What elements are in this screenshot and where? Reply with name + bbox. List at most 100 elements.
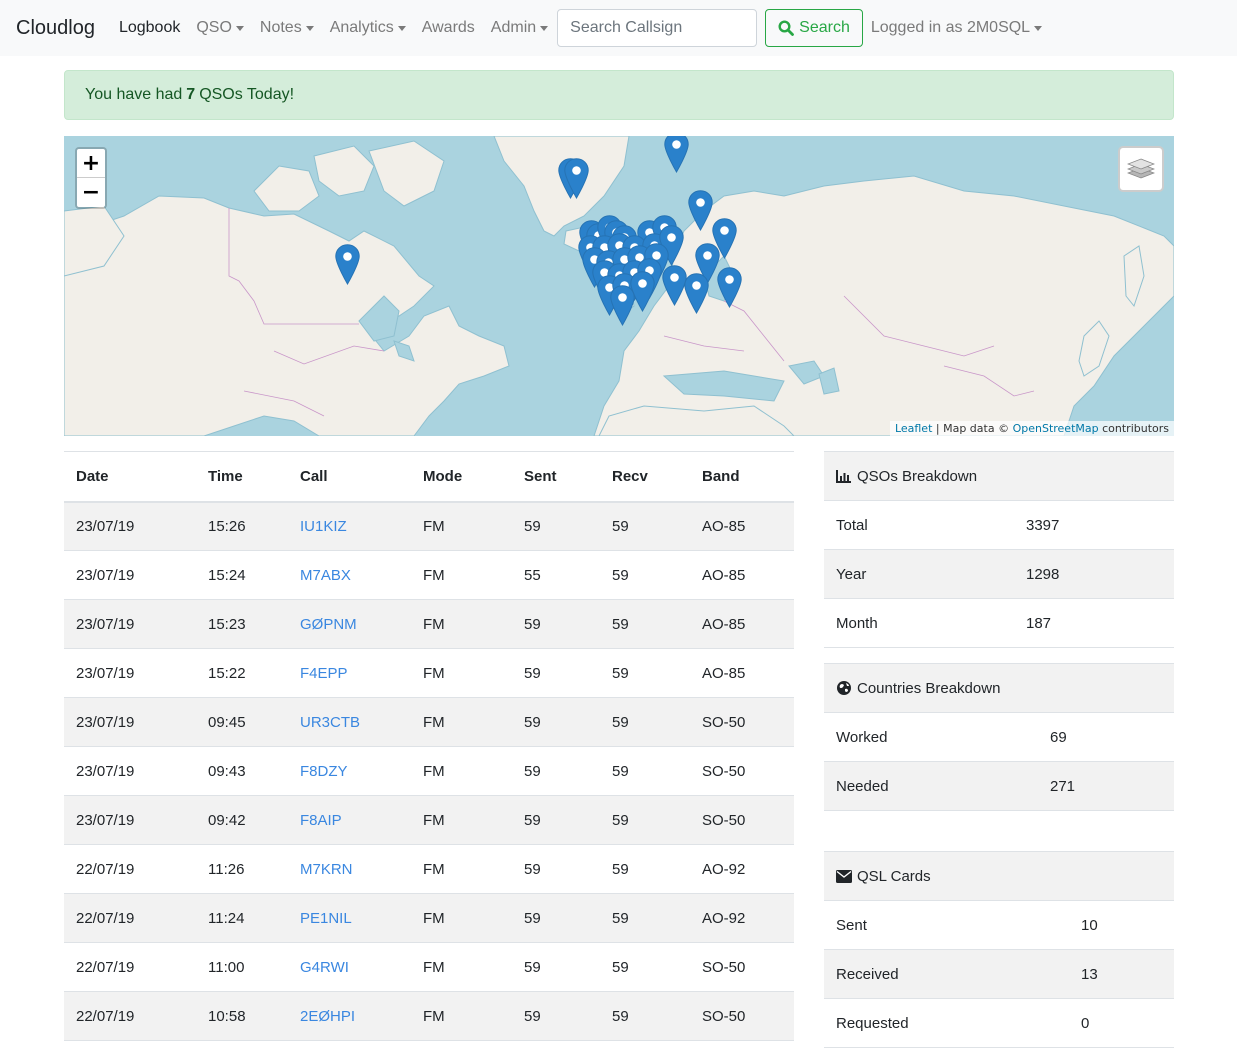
attribution-suffix: contributors — [1098, 422, 1169, 435]
qso-map-marker[interactable] — [610, 285, 635, 326]
cell-call: 2EØHPI — [288, 991, 411, 1041]
cell-sent: 59 — [512, 648, 600, 698]
qso-map-marker[interactable] — [664, 136, 689, 173]
callsign-link[interactable]: F8AIP — [300, 812, 342, 829]
countries-breakdown-panel: Countries Breakdown Worked 69 Needed 271 — [824, 663, 1174, 811]
cell-sent: 59 — [512, 991, 600, 1041]
cell-recv: 59 — [600, 501, 690, 551]
cell-mode: FM — [411, 942, 512, 992]
cell-sent: 59 — [512, 893, 600, 943]
stat-value: 13 — [1069, 949, 1174, 999]
stat-value: 187 — [1014, 598, 1174, 648]
cell-mode: FM — [411, 795, 512, 845]
cell-time: 09:43 — [196, 746, 288, 796]
col-band: Band — [690, 451, 794, 503]
search-button[interactable]: Search — [765, 9, 863, 47]
callsign-link[interactable]: F4EPP — [300, 665, 348, 682]
cell-call: F8DZY — [288, 746, 411, 796]
nav-qso-dropdown[interactable]: QSO — [196, 19, 244, 37]
col-recv: Recv — [600, 451, 690, 503]
callsign-link[interactable]: 2EØHPI — [300, 1008, 355, 1025]
cell-date: 23/07/19 — [64, 795, 196, 845]
stat-value: 0 — [1069, 998, 1174, 1048]
caret-down-icon — [540, 25, 549, 31]
callsign-link[interactable]: GØPNM — [300, 616, 357, 633]
leaflet-link[interactable]: Leaflet — [895, 422, 932, 435]
qso-map[interactable]: + − Leaflet | Map data © OpenStreetMap c… — [64, 136, 1174, 436]
callsign-link[interactable]: G4RWI — [300, 959, 349, 976]
cell-time: 15:23 — [196, 599, 288, 649]
nav-analytics-dropdown[interactable]: Analytics — [330, 19, 406, 37]
qso-map-marker[interactable] — [335, 244, 360, 285]
nav-notes-dropdown[interactable]: Notes — [260, 19, 314, 37]
cell-date: 23/07/19 — [64, 648, 196, 698]
cell-call: IU1KIZ — [288, 501, 411, 551]
stat-row: Total 3397 — [824, 500, 1174, 550]
brand-logo[interactable]: Cloudlog — [16, 17, 95, 40]
stat-label: Worked — [824, 712, 1038, 762]
alert-prefix: You have had — [85, 86, 183, 103]
cell-recv: 59 — [600, 599, 690, 649]
nav-analytics-label: Analytics — [329, 19, 394, 36]
cell-call: M7ABX — [288, 550, 411, 600]
cell-mode: FM — [411, 599, 512, 649]
panel-header: Countries Breakdown — [824, 663, 1174, 713]
cell-time: 09:42 — [196, 795, 288, 845]
zoom-out-button[interactable]: − — [77, 178, 105, 207]
cell-time: 11:00 — [196, 942, 288, 992]
stat-row: Month 187 — [824, 598, 1174, 648]
envelope-icon — [836, 869, 852, 883]
callsign-link[interactable]: UR3CTB — [300, 714, 360, 731]
cell-call: GØPNM — [288, 599, 411, 649]
user-menu-label: Logged in as 2M0SQL — [870, 19, 1031, 36]
cell-mode: FM — [411, 844, 512, 894]
nav-admin-dropdown[interactable]: Admin — [491, 19, 549, 37]
cell-call: F8AIP — [288, 795, 411, 845]
search-callsign-input[interactable] — [557, 9, 758, 47]
table-row: 22/07/19 11:26 M7KRN FM 59 59 AO-92 — [64, 844, 794, 894]
qso-map-marker[interactable] — [717, 267, 742, 308]
cell-mode: FM — [411, 697, 512, 747]
cell-time: 15:26 — [196, 501, 288, 551]
user-menu-dropdown[interactable]: Logged in as 2M0SQL — [870, 19, 1043, 37]
callsign-link[interactable]: IU1KIZ — [300, 518, 347, 535]
cell-date: 23/07/19 — [64, 599, 196, 649]
callsign-link[interactable]: M7KRN — [300, 861, 353, 878]
table-row: 23/07/19 15:26 IU1KIZ FM 59 59 AO-85 — [64, 501, 794, 551]
cell-time: 15:22 — [196, 648, 288, 698]
alert-suffix: QSOs Today! — [199, 86, 295, 103]
cell-date: 23/07/19 — [64, 746, 196, 796]
qso-map-marker[interactable] — [684, 273, 709, 314]
cell-recv: 59 — [600, 991, 690, 1041]
layers-control-button[interactable] — [1118, 146, 1164, 192]
callsign-link[interactable]: M7ABX — [300, 567, 351, 584]
cell-date: 23/07/19 — [64, 697, 196, 747]
cell-recv: 59 — [600, 697, 690, 747]
zoom-in-button[interactable]: + — [77, 149, 105, 178]
cell-mode: FM — [411, 991, 512, 1041]
col-time: Time — [196, 451, 288, 503]
qso-map-marker[interactable] — [564, 158, 589, 199]
cell-mode: FM — [411, 550, 512, 600]
stat-row: Needed 271 — [824, 761, 1174, 811]
qso-map-marker[interactable] — [688, 190, 713, 231]
cell-band: AO-85 — [690, 599, 794, 649]
cell-call: G4RWI — [288, 942, 411, 992]
nav-awards[interactable]: Awards — [422, 19, 475, 37]
cell-date: 22/07/19 — [64, 893, 196, 943]
panel-title: QSOs Breakdown — [857, 467, 978, 485]
table-row: 22/07/19 10:58 2EØHPI FM 59 59 SO-50 — [64, 991, 794, 1041]
callsign-link[interactable]: PE1NIL — [300, 910, 352, 927]
cell-sent: 59 — [512, 501, 600, 551]
nav-logbook[interactable]: Logbook — [119, 19, 180, 37]
cell-sent: 59 — [512, 746, 600, 796]
table-row: 23/07/19 15:22 F4EPP FM 59 59 AO-85 — [64, 648, 794, 698]
stat-value: 271 — [1038, 761, 1174, 811]
cell-sent: 55 — [512, 550, 600, 600]
cell-recv: 59 — [600, 844, 690, 894]
callsign-link[interactable]: F8DZY — [300, 763, 348, 780]
table-header-row: Date Time Call Mode Sent Recv Band — [64, 451, 794, 503]
openstreetmap-link[interactable]: OpenStreetMap — [1013, 422, 1099, 435]
cell-band: SO-50 — [690, 795, 794, 845]
cell-recv: 59 — [600, 893, 690, 943]
